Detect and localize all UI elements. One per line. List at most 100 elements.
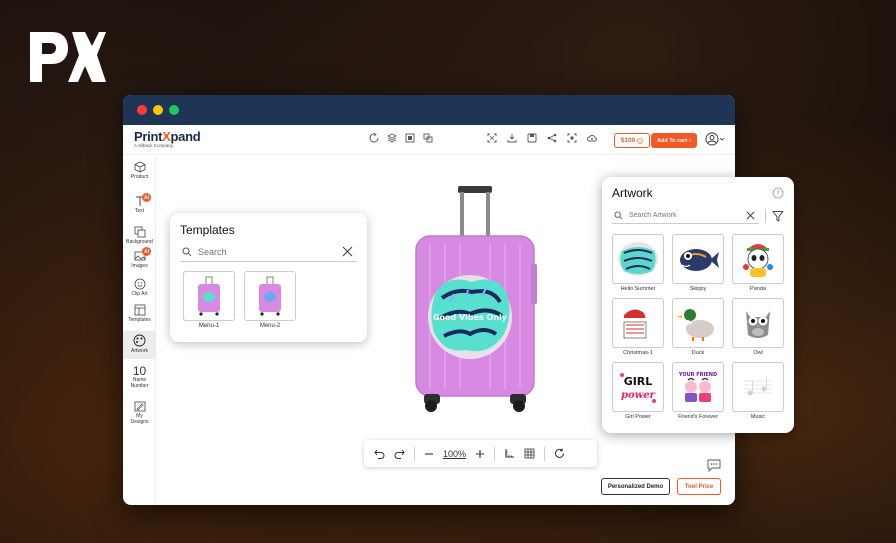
brand-logo[interactable]: PrintXpand A Silback Company <box>134 129 201 148</box>
number-icon: 10 <box>132 364 147 378</box>
sidebar-item-text[interactable]: Text AI <box>123 193 156 221</box>
artwork-label: Owl <box>753 350 763 356</box>
zoom-level[interactable]: 100% <box>443 449 466 459</box>
artwork-item[interactable]: Christmas-1 <box>612 298 664 360</box>
artwork-item[interactable]: Hello Summer <box>612 234 664 296</box>
artwork-thumbnail: YOUR FRIEND <box>672 362 724 412</box>
personalized-demo-button[interactable]: Personalized Demo <box>601 478 670 495</box>
close-icon[interactable] <box>342 246 353 257</box>
artwork-label: Christmas-1 <box>623 350 653 356</box>
girl-power-icon: GIRL power <box>620 373 656 403</box>
templates-search-input[interactable] <box>198 246 318 257</box>
suitcase-thumb-icon <box>198 276 220 316</box>
template-menu-1[interactable]: Menu-1 <box>183 271 235 329</box>
artwork-label: Skippy <box>689 286 707 292</box>
brand-name-x: X <box>162 129 171 144</box>
ruler-icon[interactable] <box>504 448 515 459</box>
template-thumbnail <box>244 271 296 321</box>
sidebar-item-label: Name Number <box>130 377 149 389</box>
artwork-thumbnail <box>732 362 784 412</box>
sidebar-item-images[interactable]: Images AI <box>123 247 156 278</box>
maximize-dot[interactable] <box>169 105 179 115</box>
grid-icon[interactable] <box>524 448 535 459</box>
app-toolbar: PrintXpand A Silback Company $100 Add To… <box>123 125 735 155</box>
artwork-item[interactable]: GIRL power Girl Power <box>612 362 664 424</box>
sidebar-item-label: Templates <box>128 317 151 323</box>
download-icon[interactable] <box>507 133 517 143</box>
zoom-out-icon[interactable] <box>424 449 434 459</box>
duplicate-icon[interactable] <box>423 133 433 143</box>
tool-price-button[interactable]: Tool Price <box>677 478 721 495</box>
artwork-item[interactable]: Owl <box>732 298 784 360</box>
redo-icon[interactable] <box>394 448 405 459</box>
artwork-search-input[interactable] <box>629 212 739 219</box>
svg-text:?: ? <box>776 190 780 198</box>
window-titlebar <box>123 95 735 125</box>
close-icon[interactable] <box>746 211 755 220</box>
filter-icon[interactable] <box>772 210 784 222</box>
template-thumbnail <box>183 271 235 321</box>
sidebar-item-label: Artwork <box>131 348 148 354</box>
info-icon <box>637 137 644 144</box>
ai-badge: AI <box>142 193 151 202</box>
artwork-thumbnail <box>612 298 664 348</box>
template-menu-2[interactable]: Menu-2 <box>244 271 296 329</box>
help-icon[interactable]: ? <box>772 187 784 199</box>
undo-icon[interactable] <box>374 448 385 459</box>
fullscreen-icon[interactable] <box>487 133 497 143</box>
artwork-label: Friend's Forever <box>678 414 718 420</box>
edit-tools <box>369 133 433 143</box>
cloud-upload-icon[interactable] <box>587 133 597 143</box>
chevron-right-icon: › <box>689 137 691 144</box>
template-label: Menu-1 <box>198 323 220 329</box>
music-icon <box>744 377 772 396</box>
designs-icon <box>134 401 145 412</box>
search-icon <box>182 247 192 256</box>
artwork-item[interactable]: Skippy <box>672 234 724 296</box>
artwork-search-row <box>612 208 784 224</box>
layers-icon[interactable] <box>387 133 397 143</box>
artwork-item[interactable]: Duck <box>672 298 724 360</box>
ai-badge: AI <box>142 247 151 256</box>
friends-icon: YOUR FRIEND <box>678 372 717 402</box>
sidebar-item-clip-art[interactable]: Clip Art <box>123 278 156 304</box>
price-button[interactable]: $100 <box>614 133 650 148</box>
preview-icon[interactable] <box>405 133 415 143</box>
sidebar-item-templates[interactable]: Templates <box>123 304 156 330</box>
add-to-cart-button[interactable]: Add To cart › <box>651 133 697 148</box>
zoom-in-icon[interactable] <box>475 449 485 459</box>
templates-panel: Templates Menu-1 Menu-2 <box>170 213 367 342</box>
sidebar-item-label: Product <box>130 174 149 180</box>
tool-sidebar: Product Text AI Background Images AI Cli… <box>123 156 156 505</box>
artwork-item[interactable]: Panda <box>732 234 784 296</box>
close-dot[interactable] <box>137 105 147 115</box>
artwork-thumbnail <box>732 234 784 284</box>
ar-view-icon[interactable] <box>567 133 577 143</box>
sidebar-item-name-number[interactable]: 10 Name Number <box>123 365 156 395</box>
refresh-icon[interactable] <box>554 448 565 459</box>
divider <box>765 209 767 223</box>
suitcase-product[interactable]: Good Vibes Only <box>410 184 540 420</box>
sidebar-item-product[interactable]: Product <box>123 161 156 189</box>
sidebar-item-label: Images <box>131 263 148 269</box>
user-menu[interactable] <box>705 132 725 146</box>
artwork-text: Good Vibes Only <box>433 313 508 322</box>
tool-price-label: Tool Price <box>684 483 714 490</box>
chat-support-icon[interactable] <box>706 458 722 473</box>
sidebar-item-label: Text <box>134 208 145 214</box>
share-icon[interactable] <box>547 133 557 143</box>
artwork-item[interactable]: Music <box>732 362 784 424</box>
templates-search <box>180 242 357 262</box>
px-logo <box>30 32 106 82</box>
reset-icon[interactable] <box>369 133 379 143</box>
svg-text:YOUR FRIEND: YOUR FRIEND <box>678 372 717 378</box>
sidebar-item-my-designs[interactable]: My Designs <box>123 400 156 430</box>
minimize-dot[interactable] <box>153 105 163 115</box>
artwork-label: Duck <box>691 350 705 356</box>
save-icon[interactable] <box>527 133 537 143</box>
divider <box>414 446 415 461</box>
sidebar-item-artwork[interactable]: Artwork <box>123 331 156 359</box>
brand-name: PrintXpand <box>134 129 201 144</box>
artwork-header: Artwork ? <box>612 186 784 200</box>
artwork-item[interactable]: YOUR FRIEND Friend's Forever <box>672 362 724 424</box>
